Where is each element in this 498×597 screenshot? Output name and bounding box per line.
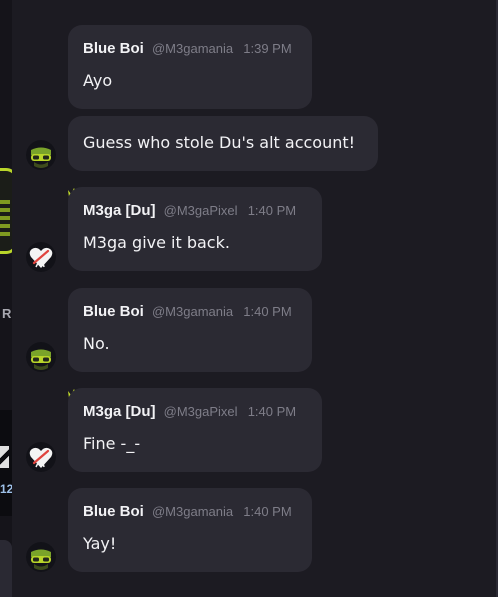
message-bubble[interactable]: Guess who stole Du's alt account!	[68, 116, 378, 171]
background-panel-mark	[0, 446, 9, 468]
author-handle: @M3gamania	[151, 304, 234, 319]
goggles-avatar-icon[interactable]	[26, 140, 56, 170]
message-header: M3ga [Du] @M3gaPixel 1:40 PM	[83, 203, 296, 220]
message-timestamp: 1:40 PM	[247, 404, 297, 419]
message-text: M3ga give it back.	[83, 233, 230, 252]
message-header: Blue Boi @M3gamania 1:40 PM	[83, 304, 292, 321]
message-text: Guess who stole Du's alt account!	[83, 133, 356, 152]
message-text: Ayo	[83, 71, 113, 90]
message-timestamp: 1:40 PM	[243, 504, 292, 519]
goggles-avatar-icon[interactable]	[26, 342, 56, 372]
message-bubble[interactable]: M3ga [Du] @M3gaPixel 1:40 PM M3ga give i…	[68, 187, 322, 271]
author-handle: @M3gaPixel	[163, 404, 238, 419]
heart-avatar-icon[interactable]	[26, 442, 56, 472]
author-handle: @M3gamania	[151, 504, 234, 519]
chat-window: R 12 Blue Boi @M3gamania 1:39 PM Ayo Gue…	[0, 0, 498, 597]
message-bubble[interactable]: M3ga [Du] @M3gaPixel 1:40 PM Fine -_-	[68, 388, 322, 472]
heart-avatar-icon[interactable]	[26, 242, 56, 272]
message-list: Blue Boi @M3gamania 1:39 PM Ayo Guess wh…	[12, 0, 498, 597]
author-handle: @M3gamania	[151, 41, 234, 56]
author-name[interactable]: Blue Boi	[83, 40, 144, 57]
background-window: R 12	[0, 0, 12, 597]
author-name[interactable]: M3ga [Du]	[83, 403, 156, 420]
author-name[interactable]: Blue Boi	[83, 303, 144, 320]
author-handle: @M3gaPixel	[163, 203, 238, 218]
message-timestamp: 1:40 PM	[243, 304, 292, 319]
message-bubble[interactable]: Blue Boi @M3gamania 1:40 PM No.	[68, 288, 312, 372]
message-bubble[interactable]: Blue Boi @M3gamania 1:39 PM Ayo	[68, 25, 312, 109]
message-timestamp: 1:40 PM	[247, 203, 297, 218]
message-timestamp: 1:39 PM	[243, 41, 292, 56]
background-panel-text: 12	[0, 482, 12, 496]
message-text: Fine -_-	[83, 434, 141, 453]
message-bubble[interactable]: Blue Boi @M3gamania 1:40 PM Yay!	[68, 488, 312, 572]
background-letter: R	[2, 306, 12, 321]
background-bottom-card	[0, 540, 12, 597]
message-header: M3ga [Du] @M3gaPixel 1:40 PM	[83, 404, 296, 421]
message-text: No.	[83, 334, 110, 353]
author-name[interactable]: Blue Boi	[83, 503, 144, 520]
background-graphic-bars	[0, 200, 10, 236]
goggles-avatar-icon[interactable]	[26, 542, 56, 572]
message-text: Yay!	[83, 534, 117, 553]
message-header: Blue Boi @M3gamania 1:39 PM	[83, 41, 292, 58]
message-header: Blue Boi @M3gamania 1:40 PM	[83, 504, 292, 521]
author-name[interactable]: M3ga [Du]	[83, 202, 156, 219]
